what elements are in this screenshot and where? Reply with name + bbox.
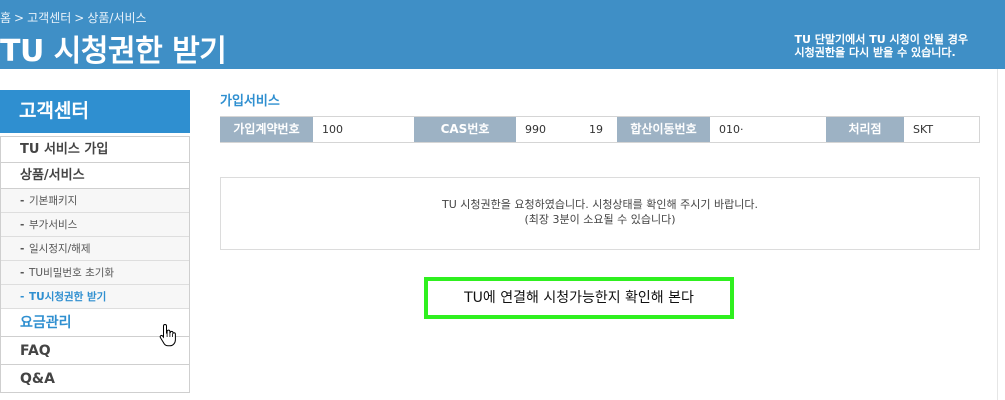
page-title: TU 시청권한 받기 [0,34,227,69]
cas-no-value: 990 19 [516,117,617,142]
sidebar-menu: TU 서비스 가입 상품/서비스 - 기본패키지 - 부가서비스 - 일시정지/해제 … [0,136,190,393]
header-note-line2: 시청권한을 다시 받을 수 있습니다. [794,46,956,59]
cas-no-value-part2: 19 [589,123,603,136]
agency-label: 처리점 [826,117,904,142]
cas-no-value-part1: 990 [525,123,546,136]
sidebar-subitem-basic-package[interactable]: - 기본패키지 [1,189,189,213]
page-header: 홈 > 고객센터 > 상품/서비스 TU 시청권한 받기 TU 단말기에서 TU 시청이… [0,0,1005,69]
mobile-no-value: 010· [710,117,826,142]
dash-marker: - [20,195,25,207]
dash-marker: - [20,219,25,231]
breadcrumb-products[interactable]: 상품/서비스 [87,9,146,26]
sidebar-subitem-password-reset[interactable]: - TU비밀번호 초기화 [1,261,189,285]
check-connection-button[interactable]: TU에 연결해 시청가능한지 확인해 본다 [424,277,734,319]
breadcrumb-home[interactable]: 홈 [0,9,11,26]
subscription-info-table: 가입계약번호 100 CAS번호 990 19 합산이동번호 010· 처리점 S… [220,116,980,143]
section-title: 가입서비스 [220,94,280,109]
dash-marker: - [20,291,25,303]
breadcrumb-customer-center[interactable]: 고객센터 [27,9,71,26]
sidebar-item-tu-signup[interactable]: TU 서비스 가입 [1,137,189,163]
sidebar-subitem-label: TU시청권한 받기 [29,291,107,303]
notice-line2: (최장 3분이 소요될 수 있습니다) [524,213,676,226]
subscription-no-value: 100 [313,117,414,142]
subscription-no-label: 가입계약번호 [220,117,313,142]
sidebar-subitem-viewing-rights[interactable]: - TU시청권한 받기 [1,285,189,309]
mobile-no-label: 합산이동번호 [617,117,710,142]
sidebar-subitem-label: 기본패키지 [29,195,78,207]
sidebar-subitem-label: TU비밀번호 초기화 [29,267,115,279]
dash-marker: - [20,243,25,255]
dash-marker: - [20,267,25,279]
sidebar-subitem-label: 일시정지/해제 [29,243,91,255]
notice-box: TU 시청권한을 요청하였습니다. 시청상태를 확인해 주시기 바랍니다. (최… [220,177,980,250]
page-edge-divider [997,69,1005,400]
sidebar-item-qna[interactable]: Q&A [1,365,189,393]
breadcrumb: 홈 > 고객센터 > 상품/서비스 [0,9,147,26]
header-note: TU 단말기에서 TU 시청이 안될 경우 시청권한을 다시 받을 수 있습니다… [795,33,968,59]
header-note-line1: TU 단말기에서 TU 시청이 안될 경우 [794,33,968,46]
sidebar-item-products[interactable]: 상품/서비스 [1,163,189,189]
hand-pointer-icon [159,323,176,347]
sidebar-heading: 고객센터 [0,90,190,133]
agency-value: SKT [904,117,979,142]
sidebar-subitem-label: 부가서비스 [29,219,78,231]
breadcrumb-separator: > [14,11,25,25]
cas-no-label: CAS번호 [414,117,516,142]
notice-line1: TU 시청권한을 요청하였습니다. 시청상태를 확인해 주시기 바랍니다. [442,198,758,211]
breadcrumb-separator: > [74,11,85,25]
sidebar-subitem-pause[interactable]: - 일시정지/해제 [1,237,189,261]
sidebar-subitem-addon-service[interactable]: - 부가서비스 [1,213,189,237]
sidebar: 고객센터 TU 서비스 가입 상품/서비스 - 기본패키지 - 부가서비스 - 일시정… [0,90,190,393]
